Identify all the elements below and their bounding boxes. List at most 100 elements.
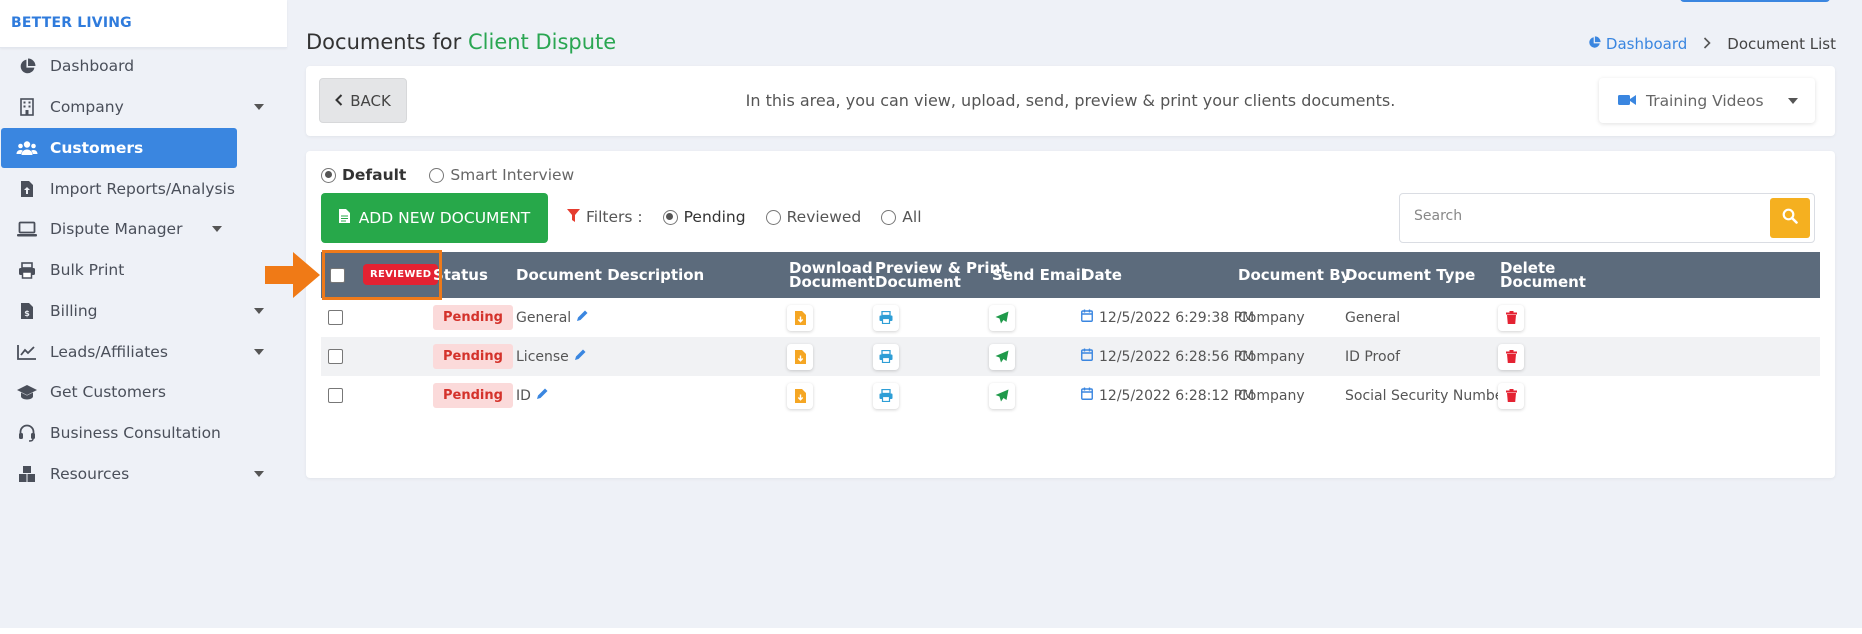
sidebar-item-label: Leads/Affiliates	[50, 343, 168, 361]
radio-button[interactable]	[881, 209, 897, 225]
row-checkbox[interactable]	[328, 310, 343, 325]
pencil-icon[interactable]	[574, 348, 587, 365]
sidebar-item-company[interactable]: Company	[1, 84, 282, 130]
top-right-button-edge[interactable]	[1680, 0, 1830, 2]
header-preview-print: Preview & Print Document	[875, 252, 1007, 298]
filter-reviewed-radio[interactable]: Reviewed	[765, 208, 862, 226]
radio-button[interactable]	[765, 209, 781, 225]
line-chart-icon	[16, 341, 38, 363]
search-box	[1399, 193, 1815, 243]
preview-print-button[interactable]	[873, 343, 899, 370]
header-date: Date	[1082, 266, 1122, 284]
sidebar-item-bulk-print[interactable]: Bulk Print	[1, 247, 282, 293]
add-new-document-label: ADD NEW DOCUMENT	[358, 209, 531, 227]
download-document-button[interactable]	[787, 382, 813, 409]
header-line: Document	[1500, 273, 1586, 291]
download-document-button[interactable]	[787, 343, 813, 370]
search-button[interactable]	[1770, 198, 1810, 238]
pencil-icon[interactable]	[576, 309, 589, 326]
table-header: REVIEWED Status Document Description Dow…	[321, 252, 1820, 298]
paper-plane-icon	[995, 389, 1009, 402]
mode-selector: Default Smart Interview	[321, 166, 597, 184]
download-document-button[interactable]	[787, 304, 813, 331]
filter-funnel-icon	[567, 208, 580, 226]
sidebar-item-customers[interactable]: Customers	[1, 128, 237, 168]
filter-pending-radio[interactable]: Pending	[662, 208, 746, 226]
filter-all-radio[interactable]: All	[881, 208, 922, 226]
document-by: Company	[1238, 348, 1305, 365]
training-videos-dropdown[interactable]: Training Videos	[1599, 78, 1815, 123]
printer-icon	[879, 311, 893, 324]
printer-icon	[16, 259, 38, 281]
sidebar-item-resources[interactable]: Resources	[1, 451, 282, 497]
preview-print-button[interactable]	[873, 382, 899, 409]
sidebar-item-billing[interactable]: $ Billing	[1, 288, 282, 334]
laptop-icon	[16, 218, 38, 240]
radio-button[interactable]	[429, 167, 445, 183]
status-badge: Pending	[433, 383, 513, 408]
document-date: 12/5/2022 6:28:12 PM	[1099, 387, 1255, 404]
breadcrumb-dashboard-link[interactable]: Dashboard	[1588, 35, 1687, 53]
invoice-icon: $	[16, 300, 38, 322]
mode-smart-interview-radio[interactable]: Smart Interview	[429, 166, 574, 184]
header-document-type: Document Type	[1345, 266, 1476, 284]
file-download-icon	[794, 349, 806, 364]
training-videos-label: Training Videos	[1646, 91, 1764, 110]
filter-option-label: Reviewed	[786, 208, 862, 226]
sidebar-item-dashboard[interactable]: Dashboard	[1, 43, 282, 89]
calendar-icon	[1081, 309, 1093, 326]
mode-default-radio[interactable]: Default	[321, 166, 406, 184]
graduation-cap-icon	[16, 381, 38, 403]
calendar-icon	[1081, 387, 1093, 404]
building-icon	[16, 96, 38, 118]
sidebar-item-label: Customers	[50, 139, 144, 157]
brand-name: BETTER LIVING	[11, 15, 132, 31]
boxes-icon	[16, 463, 38, 485]
radio-button[interactable]	[662, 209, 678, 225]
chevron-down-icon	[254, 471, 264, 477]
breadcrumb-dashboard-label: Dashboard	[1605, 35, 1688, 53]
sidebar-item-get-customers[interactable]: Get Customers	[1, 369, 282, 415]
document-description: General	[516, 309, 572, 326]
printer-icon	[879, 350, 893, 363]
file-download-icon	[794, 388, 806, 403]
pie-chart-icon	[16, 55, 38, 77]
chevron-down-icon	[1788, 98, 1798, 104]
sidebar-item-business-consultation[interactable]: Business Consultation	[1, 410, 282, 456]
radio-button[interactable]	[321, 167, 336, 183]
paper-plane-icon	[995, 350, 1009, 363]
row-checkbox[interactable]	[328, 349, 343, 364]
breadcrumb-current: Document List	[1727, 35, 1836, 53]
row-checkbox[interactable]	[328, 388, 343, 403]
app-root: BETTER LIVING Dashboard Company Customer…	[0, 0, 1862, 628]
document-type: General	[1345, 309, 1401, 326]
page-title-client: Client Dispute	[467, 30, 617, 54]
send-email-button[interactable]	[989, 343, 1015, 370]
delete-document-button[interactable]	[1498, 343, 1524, 370]
table-row: Pending License 12/5/2022 6:28:56 PM Com…	[321, 337, 1820, 376]
document-type: Social Security Number	[1345, 387, 1510, 404]
annotation-highlight-box	[322, 250, 442, 300]
documents-panel: Default Smart Interview ADD NEW DOCUMENT…	[306, 151, 1835, 478]
header-document-by: Document By	[1238, 266, 1351, 284]
brand-logo[interactable]: BETTER LIVING	[0, 0, 287, 48]
annotation-arrow-icon	[265, 251, 321, 303]
page-bottom-edge	[0, 628, 1862, 634]
chevron-down-icon	[212, 226, 222, 232]
file-upload-icon	[16, 178, 38, 200]
sidebar-item-dispute-manager[interactable]: Dispute Manager	[1, 206, 282, 252]
add-new-document-button[interactable]: ADD NEW DOCUMENT	[321, 193, 548, 243]
send-email-button[interactable]	[989, 382, 1015, 409]
sidebar-item-label: Get Customers	[50, 383, 166, 401]
preview-print-button[interactable]	[873, 304, 899, 331]
send-email-button[interactable]	[989, 304, 1015, 331]
header-line: Document	[789, 273, 875, 291]
pencil-icon[interactable]	[536, 387, 549, 404]
header-send-email: Send Email	[992, 266, 1086, 284]
video-camera-icon	[1618, 92, 1636, 110]
delete-document-button[interactable]	[1498, 382, 1524, 409]
search-input[interactable]	[1414, 208, 1734, 224]
chevron-down-icon	[254, 104, 264, 110]
delete-document-button[interactable]	[1498, 304, 1524, 331]
paper-plane-icon	[995, 311, 1009, 324]
